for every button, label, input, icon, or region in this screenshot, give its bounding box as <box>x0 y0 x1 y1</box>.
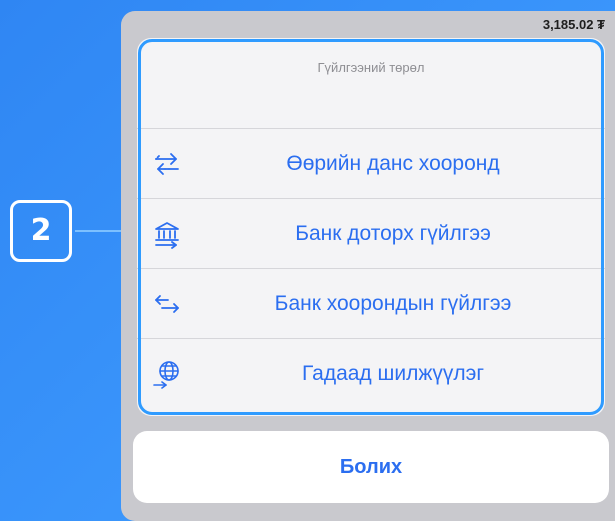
bank-icon <box>150 219 184 249</box>
balance-text: 3,185.02 ₮ <box>542 17 605 32</box>
option-international[interactable]: Гадаад шилжүүлэг <box>137 338 605 409</box>
step-badge: 2 <box>10 200 72 262</box>
option-label: Өөрийн данс хооронд <box>286 152 500 175</box>
phone-screen: 3,185.02 ₮ Гүйлгээний төрөл Өөрийн данс … <box>121 11 615 521</box>
option-inter-bank[interactable]: Банк хоорондын гүйлгээ <box>137 268 605 339</box>
option-label: Гадаад шилжүүлэг <box>301 362 485 385</box>
cancel-button[interactable]: Болих <box>133 431 609 503</box>
option-own-accounts[interactable]: Өөрийн данс хооронд <box>137 128 605 199</box>
transaction-type-sheet: Гүйлгээний төрөл Өөрийн данс хооронд Бан… <box>137 38 605 416</box>
option-intra-bank[interactable]: Банк доторх гүйлгээ <box>137 198 605 269</box>
swap-arrows-icon <box>150 149 184 179</box>
option-label: Банк хоорондын гүйлгээ <box>274 292 512 315</box>
globe-icon <box>150 359 184 389</box>
sheet-title: Гүйлгээний төрөл <box>317 60 425 75</box>
option-label: Банк доторх гүйлгээ <box>295 222 491 245</box>
transfer-arrows-icon <box>150 289 184 319</box>
